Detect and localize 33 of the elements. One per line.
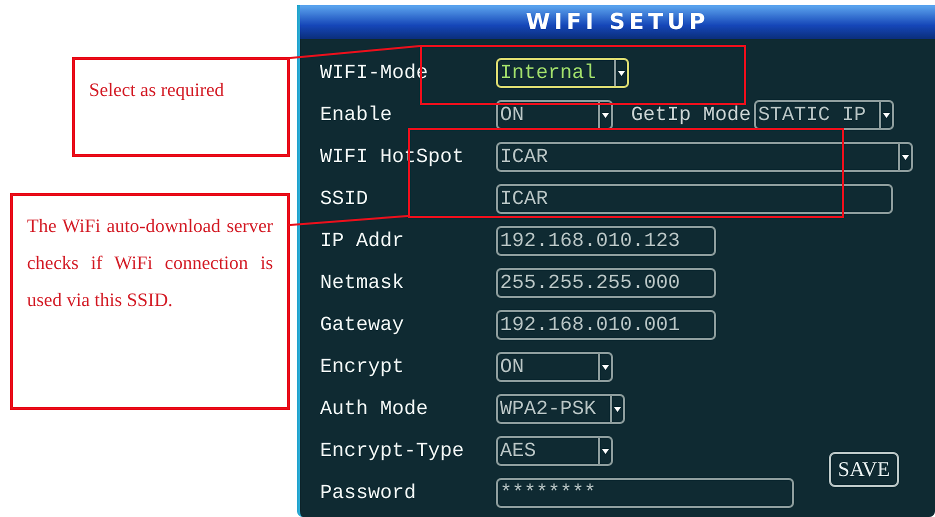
dropdown[interactable]: ICAR (496, 142, 913, 172)
field-label: SSID (320, 188, 370, 210)
caret-icon (602, 364, 609, 370)
save-button[interactable]: SAVE (828, 452, 899, 487)
field-label: Auth Mode (320, 398, 430, 420)
callout-text: Select as required (72, 57, 290, 157)
field-label: Password (320, 482, 418, 504)
input-field[interactable]: 192.168.010.001 (496, 310, 716, 340)
dropdown[interactable]: WPA2-PSK (496, 394, 625, 424)
caret-icon (902, 154, 909, 160)
input-field[interactable]: 255.255.255.000 (496, 268, 716, 298)
dropdown[interactable]: AES (496, 436, 613, 466)
field-label: Netmask (320, 272, 406, 294)
caret-icon (618, 70, 625, 76)
dropdown[interactable]: ON (496, 352, 613, 382)
caret-icon (883, 112, 890, 118)
dropdown[interactable]: Internal (496, 58, 629, 88)
input-field[interactable]: 192.168.010.123 (496, 226, 716, 256)
input-field[interactable]: ICAR (496, 184, 893, 214)
panel-title: WIFI SETUP (300, 5, 935, 39)
field-label: Encrypt-Type (320, 440, 466, 462)
field-label: Gateway (320, 314, 406, 336)
caret-icon (602, 448, 609, 454)
field-label: IP Addr (320, 230, 406, 252)
caret-icon (602, 112, 609, 118)
input-field[interactable]: ******** (496, 478, 794, 508)
callout-text: The WiFi auto-download server checks if WiFi connection is used via this SSID. (10, 193, 290, 410)
field-label: Enable (320, 104, 394, 126)
field-label: Encrypt (320, 356, 406, 378)
dropdown[interactable]: STATIC IP (754, 100, 894, 130)
dropdown[interactable]: ON (496, 100, 613, 130)
field-label: GetIp Mode (631, 104, 752, 126)
caret-icon (614, 406, 621, 412)
